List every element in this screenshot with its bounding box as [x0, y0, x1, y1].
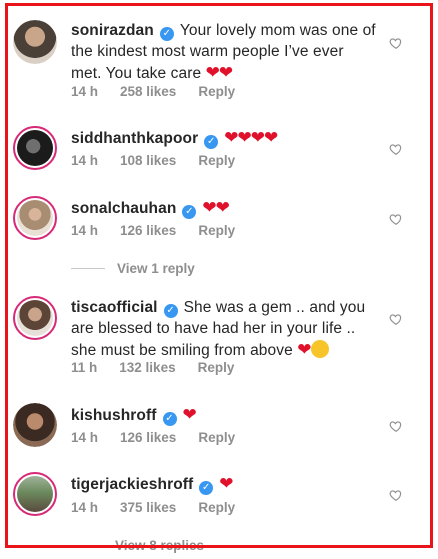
view-replies-button[interactable]: View 1 reply: [71, 261, 195, 276]
verified-badge-icon: ✓: [182, 205, 197, 219]
reply-button[interactable]: Reply: [198, 153, 235, 168]
like-heart-icon[interactable]: [389, 142, 403, 156]
comment-time: 14 h: [71, 153, 99, 168]
avatar[interactable]: [13, 20, 57, 64]
comment-meta: 14 h 258 likes Reply: [71, 84, 235, 99]
hugging-face-emoji-icon: [310, 340, 329, 358]
comment-time: 14 h: [71, 84, 99, 99]
comment-meta: 14 h 375 likes Reply: [71, 500, 235, 515]
verified-badge-icon: ✓: [204, 135, 219, 149]
comment-time: 11 h: [71, 360, 98, 375]
reply-button[interactable]: Reply: [198, 223, 235, 238]
comment-username[interactable]: kishushroff: [71, 407, 157, 424]
view-replies-label[interactable]: View 1 reply: [117, 261, 195, 276]
view-replies-button[interactable]: View 8 replies: [115, 538, 204, 553]
heart-emoji: ❤: [182, 405, 197, 424]
heart-emoji: ❤❤: [205, 63, 233, 82]
avatar[interactable]: [13, 196, 57, 240]
comment-meta: 14 h 108 likes Reply: [71, 153, 235, 168]
comment-likes[interactable]: 126 likes: [120, 430, 176, 445]
comment-time: 14 h: [71, 430, 99, 445]
comment-meta: 11 h 132 likes Reply: [71, 360, 234, 375]
like-heart-icon[interactable]: [389, 312, 403, 326]
like-heart-icon[interactable]: [389, 212, 403, 226]
view-replies-label[interactable]: View 8 replies: [115, 538, 204, 553]
heart-emoji: ❤❤: [202, 198, 229, 217]
heart-emoji: ❤❤❤❤: [224, 128, 278, 147]
comment-username[interactable]: tiscaofficial: [71, 299, 158, 316]
verified-badge-icon: ✓: [163, 304, 178, 318]
avatar[interactable]: [13, 472, 57, 516]
like-heart-icon[interactable]: [389, 488, 403, 502]
avatar[interactable]: [13, 403, 57, 447]
comment-likes[interactable]: 375 likes: [120, 500, 176, 515]
verified-badge-icon: ✓: [162, 412, 177, 426]
reply-button[interactable]: Reply: [198, 84, 235, 99]
comment-time: 14 h: [71, 223, 99, 238]
reply-button[interactable]: Reply: [198, 430, 235, 445]
heart-emoji: ❤: [297, 340, 311, 359]
comment-time: 14 h: [71, 500, 99, 515]
comment-username[interactable]: sonalchauhan: [71, 200, 176, 217]
comment-likes[interactable]: 132 likes: [119, 360, 175, 375]
comment-username[interactable]: siddhanthkapoor: [71, 130, 198, 147]
heart-emoji: ❤: [219, 474, 233, 493]
comment-likes[interactable]: 258 likes: [120, 84, 176, 99]
comment-likes[interactable]: 108 likes: [120, 153, 176, 168]
reply-button[interactable]: Reply: [198, 500, 235, 515]
avatar[interactable]: [13, 296, 57, 340]
avatar[interactable]: [13, 126, 57, 170]
verified-badge-icon: ✓: [159, 27, 174, 41]
like-heart-icon[interactable]: [389, 419, 403, 433]
like-heart-icon[interactable]: [389, 36, 403, 50]
comment-list: sonirazdan ✓ Your lovely mom was one of th…: [0, 0, 438, 559]
comment-meta: 14 h 126 likes Reply: [71, 430, 235, 445]
comment-username[interactable]: sonirazdan: [71, 22, 154, 39]
verified-badge-icon: ✓: [199, 481, 214, 495]
reply-divider: [71, 268, 105, 269]
comment-likes[interactable]: 126 likes: [120, 223, 176, 238]
comment-username[interactable]: tigerjackieshroff: [71, 476, 193, 493]
reply-button[interactable]: Reply: [198, 360, 235, 375]
comment-meta: 14 h 126 likes Reply: [71, 223, 235, 238]
